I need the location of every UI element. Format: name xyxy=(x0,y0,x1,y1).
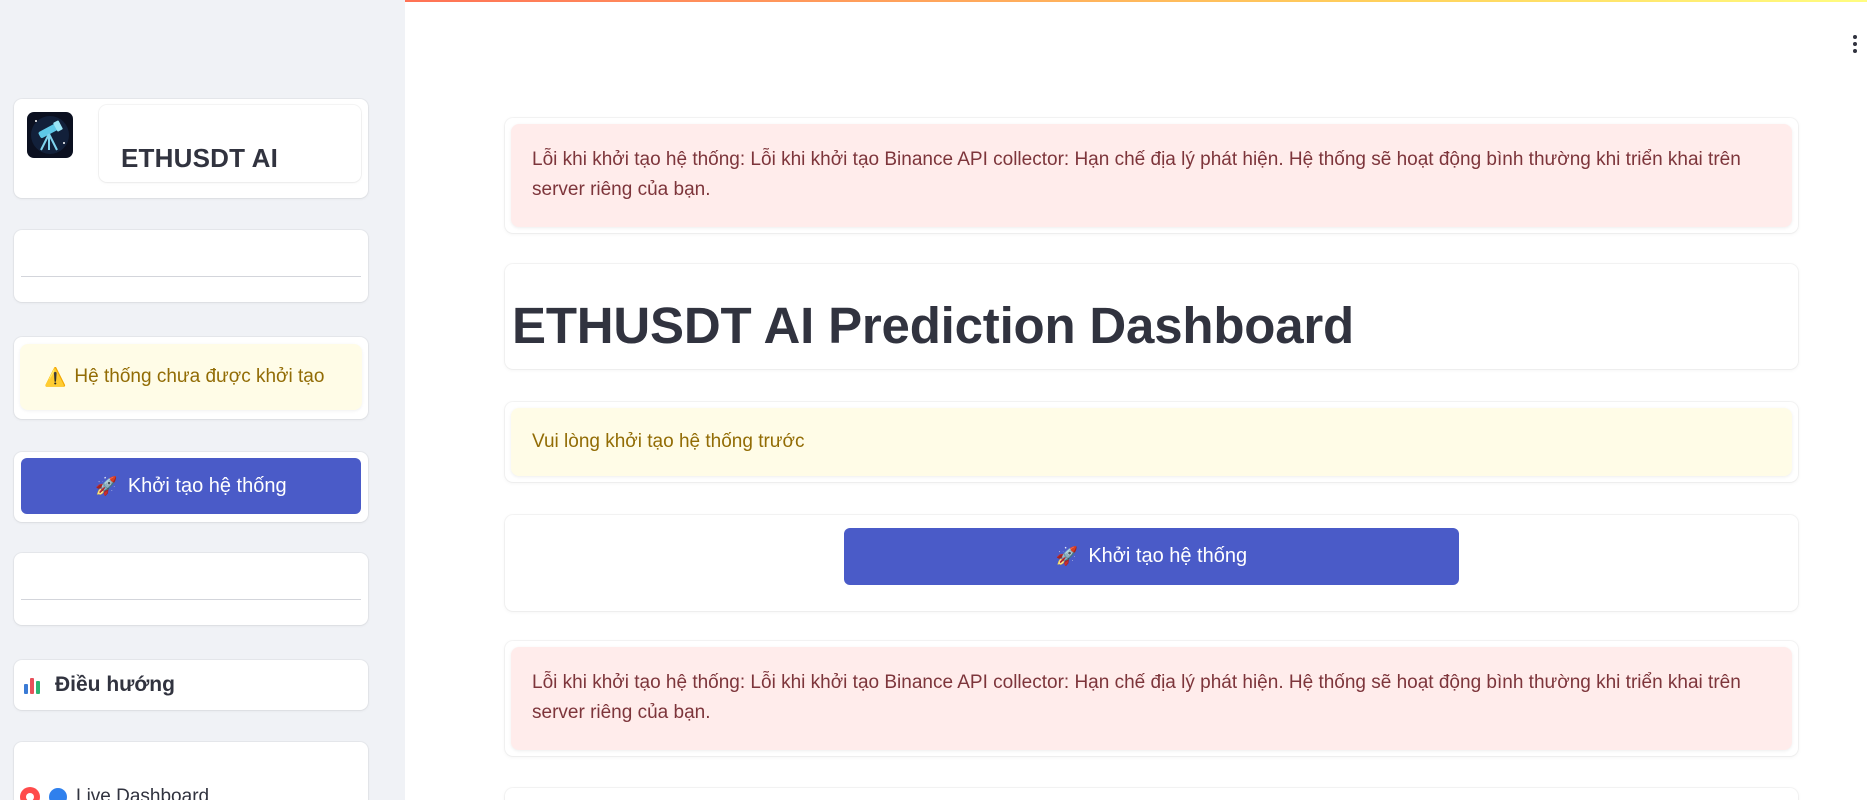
status-warning-text: Hệ thống chưa được khởi tạo xyxy=(74,366,325,387)
sidebar-divider-block-2 xyxy=(14,553,368,625)
init-warning-block: Vui lòng khởi tạo hệ thống trước xyxy=(505,402,1798,482)
warning-icon: ⚠️ xyxy=(44,366,67,387)
nav-option-live-dashboard[interactable]: Live Dashboard xyxy=(20,786,209,800)
bar-chart-icon xyxy=(22,674,44,696)
error-block-top: Lỗi khi khởi tạo hệ thống: Lỗi khi khởi … xyxy=(505,118,1798,233)
error-block-bottom: Lỗi khi khởi tạo hệ thống: Lỗi khi khởi … xyxy=(505,641,1798,756)
globe-icon xyxy=(49,788,67,800)
navigation-title: Điều hướng xyxy=(55,673,175,696)
navigation-header: Điều hướng xyxy=(14,660,368,710)
main-init-button[interactable]: 🚀 Khởi tạo hệ thống xyxy=(844,528,1459,585)
telescope-icon xyxy=(27,112,73,158)
init-warning-text: Vui lòng khởi tạo hệ thống trước xyxy=(532,431,805,452)
sidebar-init-card: 🚀 Khởi tạo hệ thống xyxy=(14,452,368,522)
next-block xyxy=(505,788,1798,800)
sidebar-status-card: ⚠️ Hệ thống chưa được khởi tạo xyxy=(14,337,368,419)
radio-selected-icon[interactable] xyxy=(20,787,40,800)
divider xyxy=(21,599,361,600)
title-block: ETHUSDT AI Prediction Dashboard xyxy=(505,264,1798,369)
page-title: ETHUSDT AI Prediction Dashboard xyxy=(512,297,1354,354)
error-alert: Lỗi khi khởi tạo hệ thống: Lỗi khi khởi … xyxy=(511,124,1792,227)
navigation-options: Live Dashboard xyxy=(14,742,368,800)
divider xyxy=(21,276,361,277)
main-init-block: 🚀 Khởi tạo hệ thống xyxy=(505,515,1798,611)
main-menu-icon[interactable] xyxy=(1852,35,1858,56)
brand-name-container: ETHUSDT AI xyxy=(99,105,361,182)
error-alert: Lỗi khi khởi tạo hệ thống: Lỗi khi khởi … xyxy=(511,647,1792,750)
brand-name: ETHUSDT AI xyxy=(121,143,279,173)
brand-card: ETHUSDT AI xyxy=(14,99,368,198)
sidebar-divider-block xyxy=(14,230,368,302)
nav-option-label: Live Dashboard xyxy=(76,786,210,800)
rocket-icon: 🚀 xyxy=(95,475,118,496)
main-init-button-label: Khởi tạo hệ thống xyxy=(1088,545,1248,567)
rocket-icon: 🚀 xyxy=(1055,546,1079,566)
sidebar-init-button[interactable]: 🚀 Khởi tạo hệ thống xyxy=(21,458,361,514)
status-warning: ⚠️ Hệ thống chưa được khởi tạo xyxy=(20,344,362,410)
sidebar: ETHUSDT AI ⚠️ Hệ thống chưa được khởi tạ… xyxy=(0,0,405,800)
sidebar-init-button-label: Khởi tạo hệ thống xyxy=(127,474,287,497)
init-warning-alert: Vui lòng khởi tạo hệ thống trước xyxy=(511,408,1792,476)
